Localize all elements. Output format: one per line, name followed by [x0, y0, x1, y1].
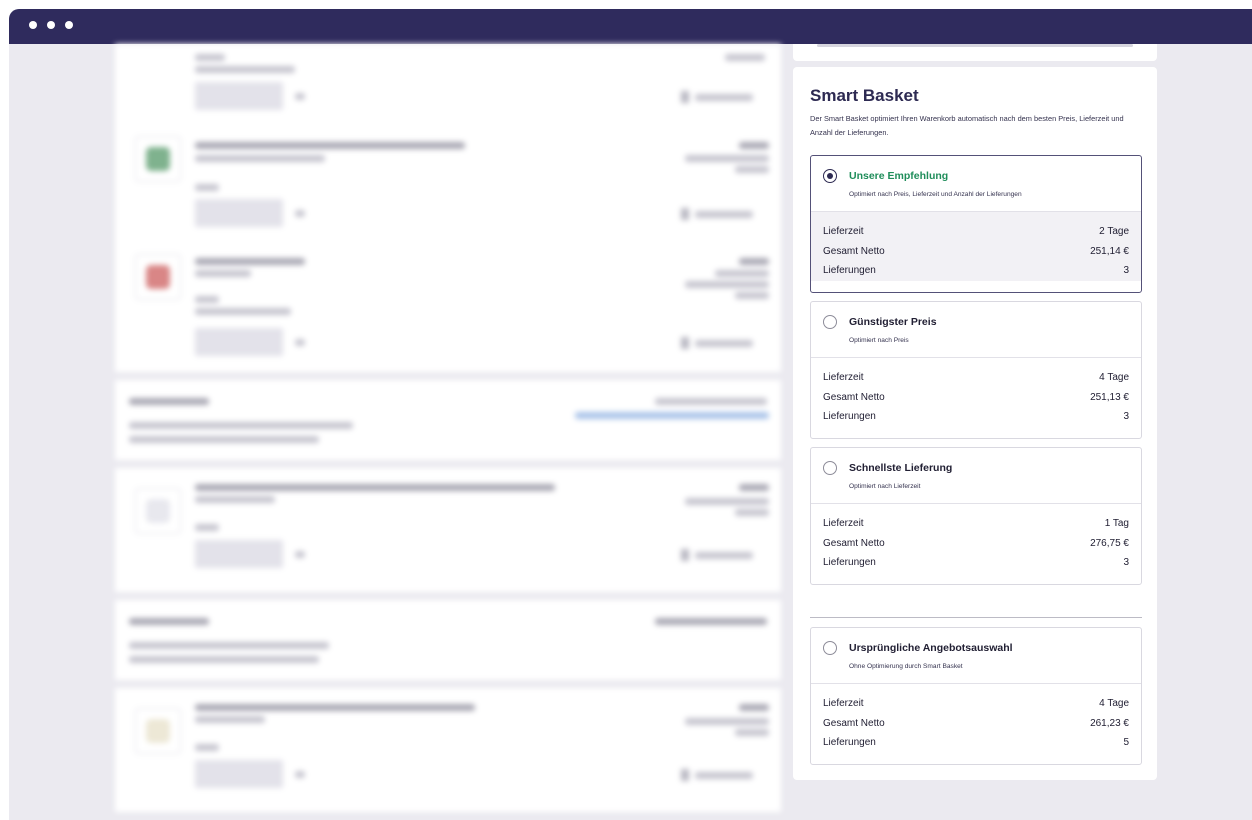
row-value: 5: [1123, 737, 1129, 748]
row-label: Gesamt Netto: [823, 717, 885, 729]
window-control-dot[interactable]: [29, 21, 37, 29]
option-subtitle: Optimiert nach Lieferzeit: [849, 483, 921, 490]
deliveries-row: Lieferungen 3: [823, 553, 1129, 573]
option-name: Schnellste Lieferung: [849, 462, 953, 474]
option-subtitle: Optimiert nach Preis, Lieferzeit und Anz…: [849, 191, 1022, 198]
row-label: Lieferzeit: [823, 698, 864, 709]
delivery-time-row: Lieferzeit 2 Tage: [823, 222, 1129, 242]
row-value: 2 Tage: [1099, 226, 1129, 237]
product-thumbnail: [135, 136, 181, 182]
product-thumbnail: [135, 488, 181, 534]
radio-unselected-icon[interactable]: [823, 461, 837, 475]
total-net-row: Gesamt Netto 251,13 €: [823, 388, 1129, 408]
delivery-time-row: Lieferzeit 1 Tag: [823, 514, 1129, 534]
cart-item-group: [115, 688, 781, 812]
total-net-row: Gesamt Netto 261,23 €: [823, 714, 1129, 734]
smart-basket-panel: Smart Basket Der Smart Basket optimiert …: [793, 67, 1157, 780]
row-value: 276,75 €: [1090, 537, 1129, 549]
row-label: Lieferzeit: [823, 518, 864, 529]
delivery-time-row: Lieferzeit 4 Tage: [823, 694, 1129, 714]
row-value: 4 Tage: [1099, 372, 1129, 383]
window-titlebar: [9, 9, 1252, 44]
trash-icon[interactable]: [681, 91, 689, 103]
window-control-dot[interactable]: [65, 21, 73, 29]
cart-item-group: [115, 468, 781, 592]
window-control-dot[interactable]: [47, 21, 55, 29]
quantity-field[interactable]: [195, 760, 283, 788]
quantity-field[interactable]: [195, 540, 283, 568]
trash-icon[interactable]: [681, 769, 689, 781]
row-value: 251,13 €: [1090, 391, 1129, 403]
delivery-header: [115, 600, 781, 680]
radio-unselected-icon[interactable]: [823, 641, 837, 655]
row-label: Gesamt Netto: [823, 391, 885, 403]
cart-item-group: [115, 44, 781, 372]
product-thumbnail: [135, 708, 181, 754]
row-label: Lieferungen: [823, 265, 876, 276]
row-label: Gesamt Netto: [823, 245, 885, 257]
row-value: 4 Tage: [1099, 698, 1129, 709]
panel-title: Smart Basket: [810, 86, 919, 105]
row-label: Lieferungen: [823, 737, 876, 748]
panel-top-card: [793, 44, 1157, 61]
delivery-time-row: Lieferzeit 4 Tage: [823, 368, 1129, 388]
delivery-header: [115, 380, 781, 460]
option-cheapest[interactable]: Günstigster Preis Optimiert nach Preis L…: [810, 301, 1142, 439]
radio-selected-icon[interactable]: [823, 169, 837, 183]
quantity-field[interactable]: [195, 328, 283, 356]
trash-icon[interactable]: [681, 549, 689, 561]
option-recommended[interactable]: Unsere Empfehlung Optimiert nach Preis, …: [810, 155, 1142, 293]
option-name: Günstigster Preis: [849, 316, 937, 328]
row-label: Lieferungen: [823, 557, 876, 568]
option-name: Unsere Empfehlung: [849, 170, 949, 182]
row-label: Lieferzeit: [823, 372, 864, 383]
row-value: 3: [1123, 411, 1129, 422]
option-fastest[interactable]: Schnellste Lieferung Optimiert nach Lief…: [810, 447, 1142, 585]
option-name: Ursprüngliche Angebotsauswahl: [849, 642, 1013, 654]
quantity-field[interactable]: [195, 199, 283, 227]
deliveries-row: Lieferungen 5: [823, 733, 1129, 753]
app-window: Smart Basket Der Smart Basket optimiert …: [9, 9, 1252, 820]
row-value: 1 Tag: [1104, 518, 1129, 529]
row-value: 3: [1123, 265, 1129, 276]
options-divider: [810, 617, 1142, 618]
row-label: Gesamt Netto: [823, 537, 885, 549]
panel-description: Der Smart Basket optimiert Ihren Warenko…: [810, 114, 1124, 137]
blurred-cart-background: [9, 44, 799, 820]
radio-unselected-icon[interactable]: [823, 315, 837, 329]
trash-icon[interactable]: [681, 337, 689, 349]
row-label: Lieferzeit: [823, 226, 864, 237]
total-net-row: Gesamt Netto 251,14 €: [823, 242, 1129, 262]
product-thumbnail: [135, 254, 181, 300]
deliveries-row: Lieferungen 3: [823, 261, 1129, 281]
option-subtitle: Ohne Optimierung durch Smart Basket: [849, 663, 963, 670]
row-label: Lieferungen: [823, 411, 876, 422]
option-original[interactable]: Ursprüngliche Angebotsauswahl Ohne Optim…: [810, 627, 1142, 765]
row-value: 251,14 €: [1090, 245, 1129, 257]
row-value: 261,23 €: [1090, 717, 1129, 729]
option-subtitle: Optimiert nach Preis: [849, 337, 909, 344]
trash-icon[interactable]: [681, 208, 689, 220]
row-value: 3: [1123, 557, 1129, 568]
quantity-field[interactable]: [195, 82, 283, 110]
deliveries-row: Lieferungen 3: [823, 407, 1129, 427]
total-net-row: Gesamt Netto 276,75 €: [823, 534, 1129, 554]
